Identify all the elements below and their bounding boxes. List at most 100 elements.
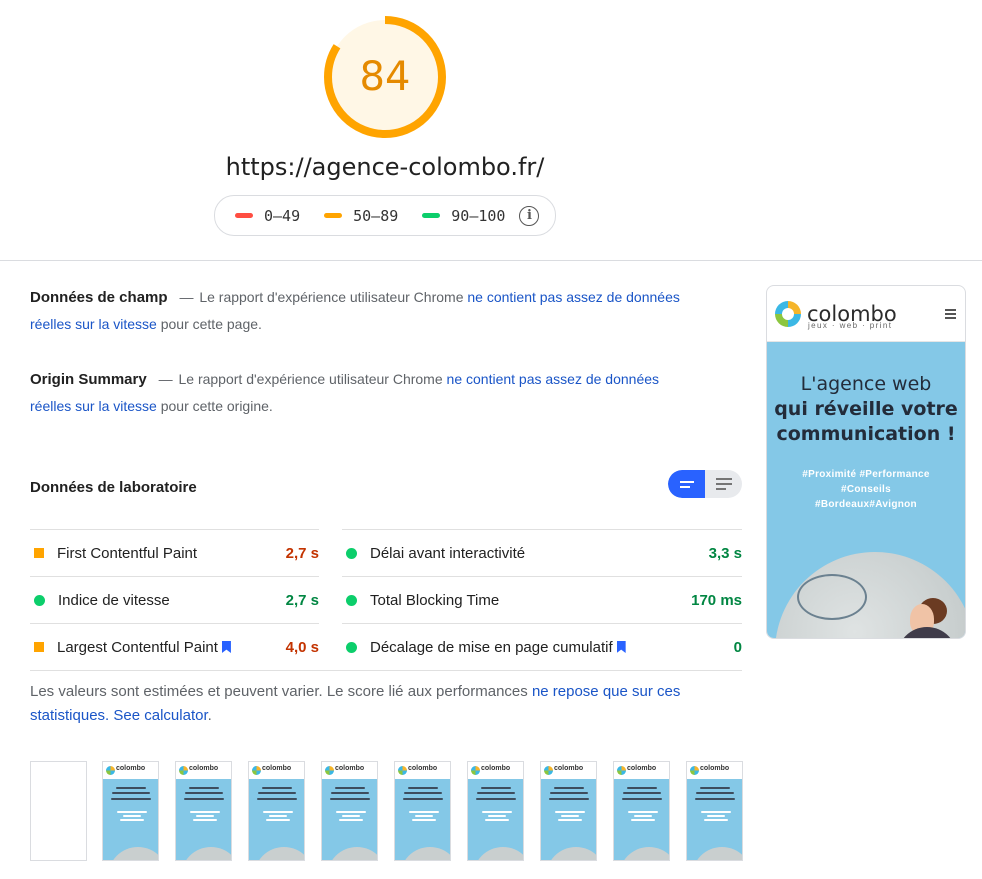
frame-hero-photo [108, 847, 158, 860]
bookmark-icon [616, 641, 626, 653]
field-data-text-end: pour cette page. [160, 316, 262, 332]
frame-tags-line [117, 811, 147, 813]
metric-value: 2,7 s [285, 544, 319, 562]
colombo-logo-icon [471, 766, 480, 775]
metric-largest-contentful-paint[interactable]: Largest Contentful Paint 4,0 s [30, 623, 319, 670]
frame-headline-line [335, 787, 365, 789]
frame-brand: colombo [627, 765, 657, 772]
filmstrip-frame: colombo [248, 761, 305, 861]
filmstrip-frame: colombo [613, 761, 670, 861]
origin-summary-text: Le rapport d'expérience utilisateur Chro… [178, 371, 443, 387]
frame-tags-line [555, 811, 585, 813]
frame-hero [249, 779, 304, 860]
frame-hero [468, 779, 523, 860]
preview-tags-line-3: #Bordeaux#Avignon [815, 499, 917, 510]
filmstrip-frame: colombo [321, 761, 378, 861]
legend-item-pass: 90–100 [422, 207, 505, 225]
frame-tags-line [707, 815, 725, 817]
frame-site-header: colombo [249, 762, 304, 779]
field-data-sep: — [179, 289, 194, 305]
bookmark-icon [221, 641, 231, 653]
metric-speed-index[interactable]: Indice de vitesse 2,7 s [30, 576, 319, 623]
frame-site-header: colombo [395, 762, 450, 779]
metric-name-wrap: Largest Contentful Paint [57, 639, 286, 656]
filmstrip-frame: colombo [175, 761, 232, 861]
frame-tags-line [123, 815, 141, 817]
metric-name: First Contentful Paint [57, 544, 198, 562]
frame-hero [614, 779, 669, 860]
frame-headline-line [403, 798, 443, 800]
metric-cumulative-layout-shift[interactable]: Décalage de mise en page cumulatif 0 [342, 623, 742, 670]
metric-first-contentful-paint[interactable]: First Contentful Paint 2,7 s [30, 529, 319, 576]
frame-tags-line [263, 811, 293, 813]
lab-data-title: Données de laboratoire [30, 479, 197, 496]
colombo-logo-icon [252, 766, 261, 775]
preview-headline-light: L'agence web [800, 373, 932, 395]
frame-tags-line [336, 811, 366, 813]
filmstrip-frame: colombo [102, 761, 159, 861]
frame-tags-line [488, 815, 506, 817]
frame-tags-line [628, 811, 658, 813]
calculator-link[interactable]: See calculator [113, 707, 207, 724]
frame-headline-line [477, 792, 515, 794]
legend-item-fail: 0–49 [235, 207, 300, 225]
frame-headline-line [627, 787, 657, 789]
frame-hero-photo [181, 847, 231, 860]
colombo-logo-icon [544, 766, 553, 775]
legend-average-swatch [324, 213, 343, 218]
filmstrip-frame-blank [30, 761, 87, 861]
compact-view-button[interactable] [668, 470, 705, 498]
frame-hero-photo [400, 847, 450, 860]
frame-hero [176, 779, 231, 860]
colombo-logo-icon [106, 766, 115, 775]
frame-tags-line [701, 811, 731, 813]
hamburger-menu-icon [945, 309, 956, 321]
average-square-icon [34, 548, 44, 558]
frame-headline-line [700, 787, 730, 789]
metric-total-blocking-time[interactable]: Total Blocking Time 170 ms [342, 576, 742, 623]
filmstrip-frame: colombo [686, 761, 743, 861]
frame-hero [395, 779, 450, 860]
frame-headline-line [331, 792, 369, 794]
colombo-logo-icon [775, 300, 801, 327]
metrics-view-toggle[interactable] [668, 470, 742, 498]
frame-headline-line [554, 787, 584, 789]
frame-headline-line [112, 792, 150, 794]
note-text: Les valeurs sont estimées et peuvent var… [30, 683, 528, 700]
frame-headline-line [695, 798, 735, 800]
metric-time-to-interactive[interactable]: Délai avant interactivité 3,3 s [342, 529, 742, 576]
frame-tags-line [634, 815, 652, 817]
frame-headline-line [111, 798, 151, 800]
frame-tags-line [558, 819, 582, 821]
frame-hero [687, 779, 742, 860]
frame-site-header: colombo [322, 762, 377, 779]
metric-name: Indice de vitesse [58, 591, 170, 609]
pass-circle-icon [346, 547, 357, 559]
legend-fail-label: 0–49 [264, 206, 301, 225]
expanded-view-button[interactable] [705, 470, 742, 498]
frame-site-header: colombo [103, 762, 158, 779]
frame-tags-line [704, 819, 728, 821]
info-icon[interactable]: i [519, 205, 540, 226]
score-value: 84 [359, 54, 411, 100]
preview-headline-bold-2: communication ! [776, 423, 956, 445]
frame-tags-line [196, 815, 214, 817]
final-screenshot-preview: colombo jeux · web · print L'agence web … [766, 285, 966, 639]
frame-brand: colombo [408, 765, 438, 772]
legend-pass-swatch [422, 213, 441, 218]
frame-hero [322, 779, 377, 860]
frame-headline-line [262, 787, 292, 789]
score-legend: 0–49 50–89 90–100 i [214, 195, 556, 236]
origin-summary-section: Origin Summary — Le rapport d'expérience… [30, 366, 690, 419]
frame-brand: colombo [262, 765, 292, 772]
preview-hashtags: #Proximité #Performance #Conseils #Borde… [767, 467, 965, 512]
frame-hero [541, 779, 596, 860]
frame-headline-line [258, 792, 296, 794]
frame-tags-line [561, 815, 579, 817]
colombo-logo-icon [325, 766, 334, 775]
frame-headline-line [257, 798, 297, 800]
metric-value: 170 ms [691, 591, 742, 609]
frame-site-header: colombo [468, 762, 523, 779]
frame-site-header: colombo [614, 762, 669, 779]
origin-summary-text-end: pour cette origine. [160, 398, 273, 414]
